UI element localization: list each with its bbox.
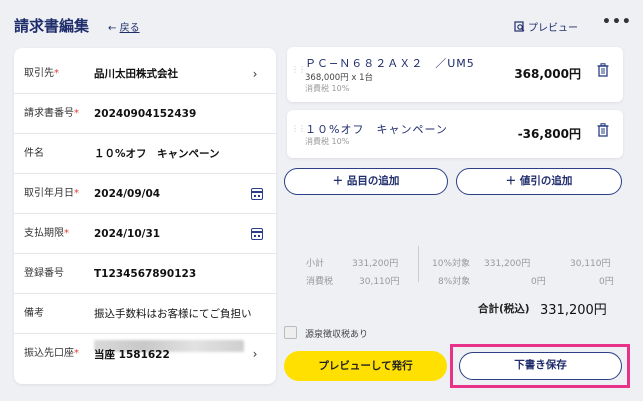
rate10-base: 331,200円 (484, 259, 531, 269)
withholding-label: 源泉徴収税あり (305, 330, 369, 340)
chevron-right-icon[interactable]: › (248, 67, 262, 81)
totals-divider (418, 246, 419, 282)
item-name: ＰＣ−Ｎ６８２ＡＸ２ ／UM5 (305, 57, 475, 70)
tax-value: 30,110円 (359, 277, 400, 287)
drag-handle-icon[interactable]: ⋮⋮ (291, 125, 306, 136)
item-tax: 消費税 10% (305, 84, 350, 93)
grand-total-value: 331,200円 (540, 303, 607, 318)
bank-account-value: 当座 1581622 (94, 349, 170, 361)
field-client[interactable]: 取引先* 品川太田株式会社 › (14, 54, 276, 94)
top-bar: 請求書編集 ← 戻る プレビュー ••• (0, 0, 643, 44)
field-notes[interactable]: 備考 振込手数料はお客様にてご負担い (14, 294, 276, 334)
field-label: 備考 (24, 308, 44, 319)
field-label: 支払期限* (24, 228, 69, 239)
field-bank-account[interactable]: 振込先口座* 当座 1581622 › (14, 334, 276, 374)
chevron-right-icon[interactable]: › (248, 347, 262, 361)
field-label: 請求書番号* (24, 108, 79, 119)
back-link[interactable]: ← 戻る (108, 19, 140, 34)
item-amount: -36,800円 (517, 127, 581, 141)
subtotal-label: 小計 (306, 259, 325, 269)
field-label: 登録番号 (24, 268, 64, 279)
trash-icon[interactable] (597, 63, 609, 77)
rate8-base: 0円 (531, 277, 546, 287)
preview-icon (514, 21, 525, 32)
withholding-checkbox[interactable] (284, 326, 297, 339)
notes-value: 振込手数料はお客様にてご負担い (94, 308, 252, 320)
transaction-date-value: 2024/09/04 (94, 188, 161, 200)
trash-icon[interactable] (597, 123, 609, 137)
line-item[interactable]: ⋮⋮ ＰＣ−Ｎ６８２ＡＸ２ ／UM5 368,000円 x 1台 消費税 10%… (287, 47, 623, 102)
tax-label: 消費税 (306, 277, 334, 287)
back-arrow-icon: ← (108, 23, 117, 34)
drag-handle-icon[interactable]: ⋮⋮ (291, 66, 306, 77)
field-label: 件名 (24, 148, 44, 159)
rate8-tax: 0円 (599, 277, 614, 287)
grand-total-label: 合計(税込) (478, 303, 530, 315)
more-menu-icon[interactable]: ••• (602, 14, 632, 30)
calendar-icon[interactable] (251, 188, 263, 200)
back-label: 戻る (119, 23, 140, 34)
item-amount: 368,000円 (514, 67, 581, 81)
invoice-number-value: 20240904152439 (94, 108, 197, 120)
preview-link[interactable]: プレビュー (514, 19, 578, 34)
field-invoice-number[interactable]: 請求書番号* 20240904152439 (14, 94, 276, 134)
add-discount-button[interactable]: ＋ 値引の追加 (456, 168, 622, 195)
item-name: １０%オフ キャンペーン (305, 123, 448, 136)
field-registration-number[interactable]: 登録番号 T1234567890123 (14, 254, 276, 294)
item-detail: 368,000円 x 1台 (305, 73, 373, 83)
page-title: 請求書編集 (14, 17, 90, 35)
preview-label: プレビュー (528, 23, 578, 34)
invoice-form: 取引先* 品川太田株式会社 › 請求書番号* 20240904152439 件名… (14, 48, 276, 384)
line-item[interactable]: ⋮⋮ １０%オフ キャンペーン 消費税 10% -36,800円 (287, 110, 623, 158)
field-subject[interactable]: 件名 １０%オフ キャンペーン (14, 134, 276, 174)
rate10-tax: 30,110円 (570, 259, 611, 269)
subtotal-value: 331,200円 (352, 259, 399, 269)
client-value: 品川太田株式会社 (94, 68, 178, 80)
registration-number-value: T1234567890123 (94, 268, 197, 280)
field-transaction-date[interactable]: 取引年月日* 2024/09/04 (14, 174, 276, 214)
calendar-icon[interactable] (251, 228, 263, 240)
item-tax: 消費税 10% (305, 137, 350, 146)
field-label: 取引先* (24, 68, 59, 79)
rate10-label: 10%対象 (432, 259, 471, 269)
due-date-value: 2024/10/31 (94, 228, 161, 240)
field-due-date[interactable]: 支払期限* 2024/10/31 (14, 214, 276, 254)
subject-value: １０%オフ キャンペーン (94, 148, 220, 160)
highlight-box (450, 344, 630, 388)
field-label: 振込先口座* (24, 348, 79, 359)
field-label: 取引年月日* (24, 188, 79, 199)
rate8-label: 8%対象 (438, 277, 471, 287)
preview-and-issue-button[interactable]: プレビューして発行 (284, 351, 447, 381)
add-item-button[interactable]: ＋ 品目の追加 (284, 168, 448, 195)
